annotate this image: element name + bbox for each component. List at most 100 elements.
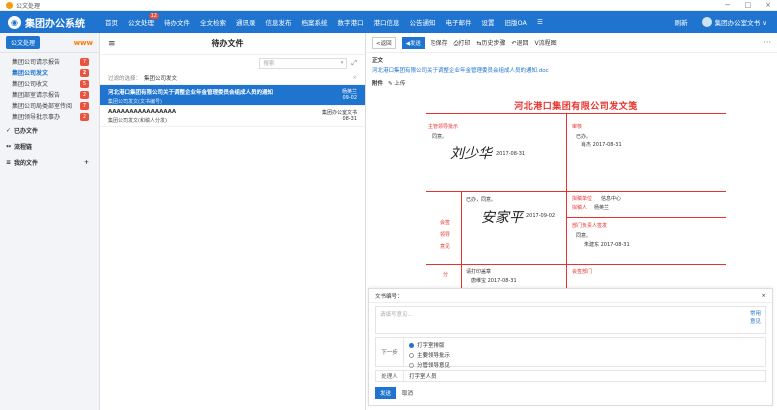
filter-close-icon[interactable]: ×	[352, 75, 357, 81]
refresh-button[interactable]: 刷新	[675, 17, 688, 27]
cell-side-label: 会签	[440, 220, 451, 226]
handler-field: 处理人 打字室人员	[375, 370, 766, 382]
search-placeholder: 搜索	[263, 61, 275, 67]
nav-archive[interactable]: 档案系统	[297, 11, 333, 33]
nav-right: 刷新 集团办公室文书 ∨	[675, 17, 777, 27]
signature-2: 安家平	[481, 210, 523, 226]
nav-settings[interactable]: 设置	[477, 11, 500, 33]
window-title-group: 公文处理	[6, 1, 40, 10]
panel-cancel-button[interactable]: 取消	[402, 389, 413, 397]
upload-button[interactable]: ✎ 上传	[388, 79, 405, 87]
nav-doc-processing[interactable]: 公文处理 12	[123, 11, 159, 33]
return-button[interactable]: ↶退回	[512, 38, 529, 47]
common-opinion-link[interactable]: 常用	[750, 311, 761, 317]
user-menu[interactable]: 集团办公室文书 ∨	[701, 17, 767, 27]
minimize-icon[interactable]: −	[725, 1, 731, 9]
maximize-icon[interactable]: □	[745, 1, 752, 9]
sidebar-item-label: 集团公司局类部室传阅	[12, 103, 73, 110]
panel-send-button[interactable]: 发送	[375, 387, 397, 399]
close-icon[interactable]: ×	[765, 1, 771, 9]
chevron-down-icon: ▾	[340, 60, 344, 66]
brand-logo-icon: ◉	[8, 15, 21, 29]
nav-menu-icon[interactable]: ☰	[532, 11, 548, 33]
nav-digital-port[interactable]: 数字港口	[333, 11, 369, 33]
section-label: 正文	[372, 58, 384, 64]
sidebar-pill[interactable]: 公文处理	[6, 36, 41, 49]
cell-side-label: 分	[443, 272, 449, 278]
filter-label: 过滤的选择：	[108, 75, 142, 82]
radio-icon	[409, 363, 414, 368]
flowchart-button[interactable]: Ⅴ流程图	[535, 38, 557, 47]
nav-pending[interactable]: 待办文件	[159, 11, 195, 33]
sidebar-item[interactable]: 集团部室请示报告 2	[0, 89, 99, 100]
nav-announcements[interactable]: 公告通知	[405, 11, 441, 33]
list-item-sub: 集团公司发文(和稿人分发)	[108, 118, 167, 124]
sidebar-item[interactable]: 集团公司请示报告 7	[0, 56, 99, 67]
cell-label: 部门负责人签发	[572, 223, 608, 229]
expand-icon[interactable]: ⤢	[351, 59, 357, 68]
option-radio[interactable]: 打字室排版	[409, 341, 450, 349]
list-header: ≡ 待办文件	[100, 33, 365, 55]
cell-date: 朱建东 2017-08-31	[584, 242, 630, 248]
sidebar-item[interactable]: 集团公司收文 5	[0, 78, 99, 89]
sidebar-item-count: 2	[80, 68, 89, 77]
sidebar-group-flow[interactable]: ↔ 流程链	[0, 138, 99, 154]
sidebar-group-done[interactable]: ✓ 已办文件	[0, 122, 99, 138]
sidebar-item-label: 集团公司收文	[12, 81, 49, 88]
save-button[interactable]: ⎘保存	[431, 38, 448, 48]
sidebar-item[interactable]: 集团公司局类部室传阅 7	[0, 100, 99, 111]
sidebar-item[interactable]: 集团领导批示事办 2	[0, 111, 99, 122]
list-icon: ≡	[6, 158, 12, 166]
list-search-bar: 搜索 ▾ ⤢	[100, 55, 365, 71]
sidebar-item-count: 7	[80, 57, 89, 66]
cell-date: 肖杰 2017-08-31	[581, 142, 622, 148]
nav-fulltext-search[interactable]: 全文检索	[195, 11, 231, 33]
option-radio[interactable]: 分管领导意见	[409, 361, 450, 369]
sidebar-item-label: 集团公司发文	[12, 70, 49, 77]
list-item-date: 08-31	[342, 116, 357, 122]
opinion-placeholder: 请填写意见...	[380, 312, 413, 318]
opinion-textarea[interactable]: 请填写意见... 常用意见	[375, 306, 766, 334]
back-button[interactable]: <返回	[372, 36, 396, 49]
cell-text: 已办，同意。	[466, 197, 497, 203]
nav-port-info[interactable]: 港口信息	[369, 11, 405, 33]
list-item-title: 河北港口集团有限公司关于调整企业年金管理委员会组成人员的通知	[108, 90, 274, 96]
nav-info-publish[interactable]: 信息发布	[261, 11, 297, 33]
send-button[interactable]: ◀发送	[401, 36, 425, 49]
nav-email[interactable]: 电子邮件	[441, 11, 477, 33]
history-button[interactable]: ⇆历史步骤	[476, 38, 505, 47]
flow-icon: ↔	[6, 142, 12, 150]
handler-label: 处理人	[376, 371, 404, 381]
cell-text: 同意。	[432, 134, 448, 140]
print-button[interactable]: ⎙打印	[454, 38, 471, 48]
cell-label: 拟稿人	[572, 205, 588, 211]
search-input[interactable]: 搜索 ▾	[259, 57, 348, 69]
cell-date: 唐维宝 2017-08-31	[471, 278, 517, 284]
document-link[interactable]: 河北港口集团有限公司关于调整企业年金管理委员会组成人员的通知.doc	[372, 66, 771, 74]
menu-icon[interactable]: ≡	[108, 39, 138, 49]
more-icon[interactable]: ···	[763, 38, 771, 47]
close-icon[interactable]: ×	[761, 293, 766, 299]
nav-contacts[interactable]: 通讯录	[231, 11, 261, 33]
list-item-date: 09-02	[342, 95, 357, 101]
opinion-link[interactable]: 意见	[750, 319, 761, 325]
handler-value[interactable]: 打字室人员	[404, 371, 437, 381]
approval-panel: 文书编号： × 请填写意见... 常用 意见 下一步 打字室排版 主要领导批示 分…	[368, 288, 773, 406]
sidebar-group-my-files[interactable]: ≡ 我的文件 +	[0, 154, 99, 170]
cell-text: 请打印盖章	[466, 269, 492, 275]
nav-old-oa[interactable]: 旧版OA	[500, 11, 532, 33]
option-radio[interactable]: 主要领导批示	[409, 351, 450, 359]
option-label: 分管领导意见	[417, 363, 451, 369]
add-icon[interactable]: +	[84, 159, 89, 166]
sidebar-item-label: 集团领导批示事办	[12, 114, 61, 121]
sidebar: 公文处理 www 集团公司请示报告 7 集团公司发文 2 集团公司收文 5 集团部室请…	[0, 33, 100, 410]
list-item[interactable]: AAAAAAAAAAAAAAAA 集团公司发文(和稿人分发) 集团办公室文书 08-…	[100, 106, 365, 127]
sidebar-item-count: 2	[80, 90, 89, 99]
list-item-selected[interactable]: 河北港口集团有限公司关于调整企业年金管理委员会组成人员的通知 集团公司发文(文书编…	[100, 85, 365, 106]
sidebar-item-count: 2	[80, 112, 89, 121]
user-name: 集团办公室文书 ∨	[714, 19, 767, 27]
sidebar-item-active[interactable]: 集团公司发文 2	[0, 67, 99, 78]
next-step-options: 打字室排版 主要领导批示 分管领导意见	[404, 338, 455, 369]
next-step-label: 下一步	[376, 338, 404, 366]
nav-home[interactable]: 首页	[100, 11, 123, 33]
